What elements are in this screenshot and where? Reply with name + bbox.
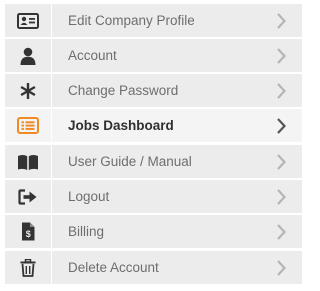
- menu-divider: [51, 109, 52, 142]
- chevron-right-icon: [274, 74, 288, 107]
- menu-item-label: Account: [68, 48, 117, 63]
- menu-item-change-password[interactable]: Change Password: [5, 74, 302, 107]
- menu-divider: [51, 180, 52, 213]
- menu-item-edit-company-profile[interactable]: Edit Company Profile: [5, 4, 302, 37]
- menu-divider: [51, 74, 52, 107]
- menu-item-label: Delete Account: [68, 260, 159, 275]
- user-icon: [5, 39, 51, 72]
- svg-text:$: $: [26, 229, 31, 239]
- menu-divider: [51, 4, 52, 37]
- chevron-right-icon: [274, 4, 288, 37]
- chevron-right-icon: [274, 251, 288, 284]
- sign-out-icon: [5, 180, 51, 213]
- menu-item-label: Jobs Dashboard: [68, 118, 174, 133]
- menu-item-user-guide[interactable]: User Guide / Manual: [5, 145, 302, 178]
- account-menu: Edit Company Profile Account Change Pass…: [5, 3, 302, 288]
- menu-divider: [51, 215, 52, 248]
- asterisk-icon: [5, 74, 51, 107]
- menu-item-label: Logout: [68, 189, 110, 204]
- menu-divider: [51, 39, 52, 72]
- menu-item-label: Edit Company Profile: [68, 13, 195, 28]
- menu-divider: [51, 251, 52, 284]
- list-icon: [5, 109, 51, 142]
- id-card-icon: [5, 4, 51, 37]
- menu-divider: [51, 145, 52, 178]
- menu-item-delete-account[interactable]: Delete Account: [5, 251, 302, 284]
- invoice-icon: $: [5, 215, 51, 248]
- menu-item-label: User Guide / Manual: [68, 154, 192, 169]
- chevron-right-icon: [274, 180, 288, 213]
- chevron-right-icon: [274, 39, 288, 72]
- chevron-right-icon: [274, 145, 288, 178]
- chevron-right-icon: [274, 215, 288, 248]
- menu-item-label: Change Password: [68, 83, 179, 98]
- menu-item-label: Billing: [68, 224, 105, 239]
- menu-item-billing[interactable]: $ Billing: [5, 215, 302, 248]
- menu-item-account[interactable]: Account: [5, 39, 302, 72]
- book-icon: [5, 145, 51, 178]
- trash-icon: [5, 251, 51, 284]
- chevron-right-icon: [274, 109, 288, 142]
- menu-item-logout[interactable]: Logout: [5, 180, 302, 213]
- menu-item-jobs-dashboard[interactable]: Jobs Dashboard: [5, 109, 302, 142]
